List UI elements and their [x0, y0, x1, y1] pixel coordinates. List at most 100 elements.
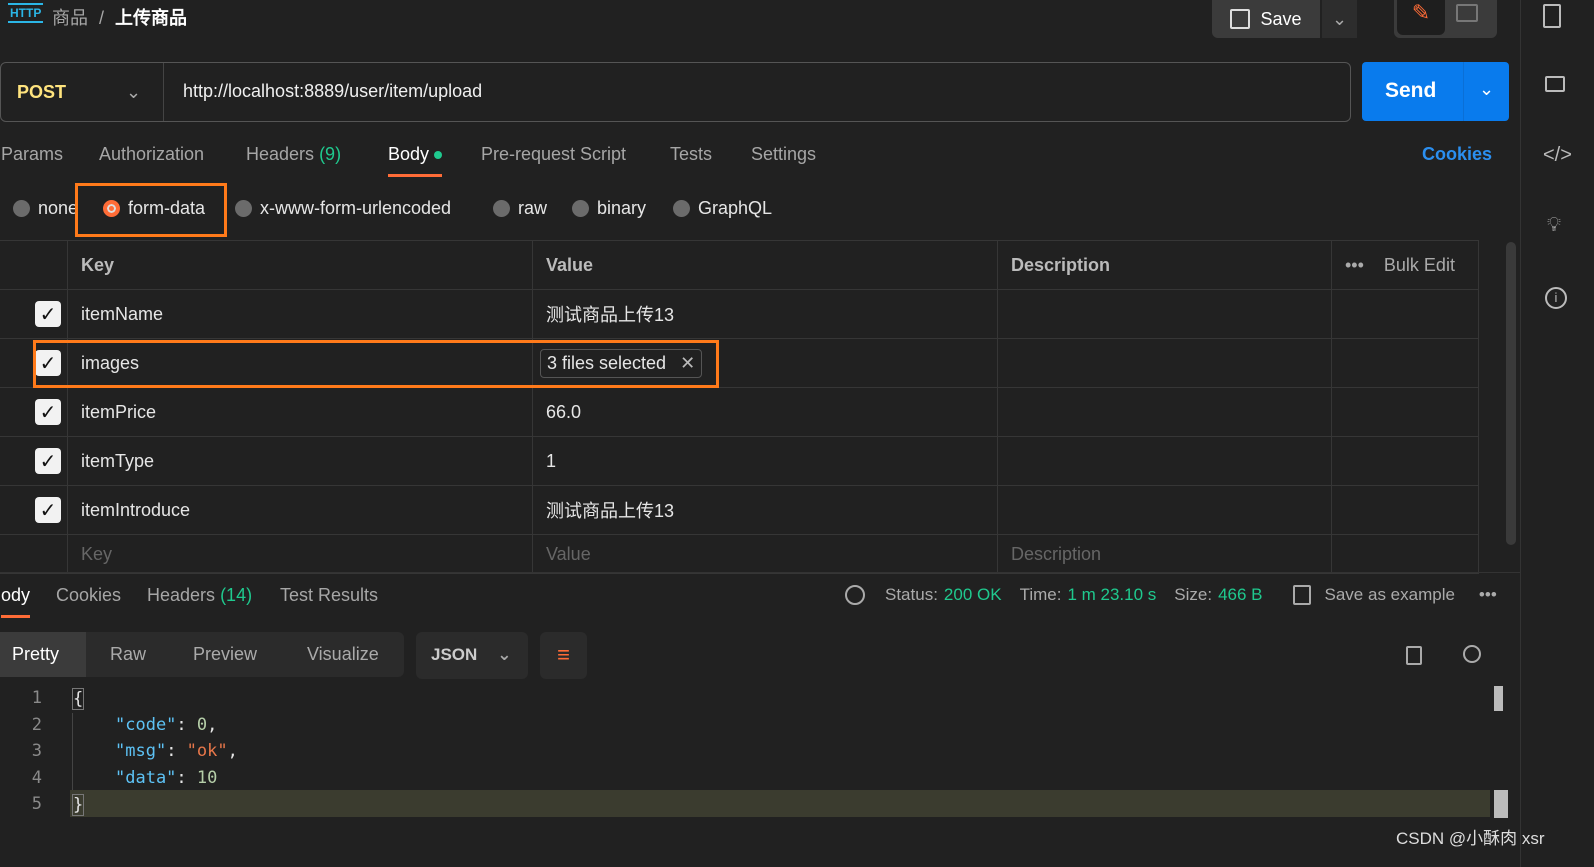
radio-form-data[interactable]: form-data	[103, 198, 205, 219]
row-key[interactable]: itemIntroduce	[81, 500, 190, 521]
comment-icon[interactable]	[1456, 4, 1478, 22]
check-icon: ✓	[39, 499, 57, 522]
row-key[interactable]: itemName	[81, 304, 163, 325]
code-icon[interactable]: </>	[1543, 144, 1572, 167]
save-icon	[1230, 9, 1251, 29]
new-value-input[interactable]: Value	[546, 544, 591, 565]
url-input[interactable]: http://localhost:8889/user/item/upload	[183, 81, 482, 102]
undefined: ✓ itemName 测试商品上传13	[0, 290, 1479, 339]
copy-icon[interactable]	[1406, 646, 1422, 665]
breadcrumb-parent[interactable]: 商品	[52, 8, 88, 28]
radio-graphql[interactable]: GraphQL	[673, 198, 772, 219]
table-header: Key Value Description ••• Bulk Edit	[0, 241, 1479, 290]
code-line: "code": 0,	[115, 715, 218, 735]
row-description[interactable]	[998, 388, 1332, 436]
save-as-example-button[interactable]: Save as example	[1325, 585, 1455, 605]
cookies-link[interactable]: Cookies	[1422, 144, 1492, 165]
row-value[interactable]: 测试商品上传13	[546, 301, 674, 327]
response-tab-cookies[interactable]: Cookies	[56, 585, 121, 606]
radio-raw[interactable]: raw	[493, 198, 547, 219]
search-icon[interactable]	[1463, 645, 1481, 663]
page-title: 上传商品	[115, 8, 188, 28]
row-key[interactable]: itemPrice	[81, 402, 156, 423]
code-line: "msg": "ok",	[115, 741, 238, 761]
response-scrollbar[interactable]	[1494, 686, 1503, 711]
row-description[interactable]	[998, 339, 1332, 387]
right-sidebar: </> 💡︎ i	[1520, 0, 1594, 867]
undefined: ✓ itemType 1	[0, 437, 1479, 486]
request-bar: POST ⌄ http://localhost:8889/user/item/u…	[0, 62, 1351, 122]
radio-none[interactable]: none	[13, 198, 78, 219]
wrap-lines-button[interactable]: ≡	[540, 632, 587, 679]
globe-icon[interactable]	[845, 585, 865, 605]
watermark: CSDN @小酥肉 xsr	[1396, 829, 1545, 848]
response-code: 1 2 3 4 5 { "code": 0, "msg": "ok", "dat…	[0, 686, 1490, 821]
response-meta: Status: 200 OK Time: 1 m 23.10 s Size: 466 …	[845, 585, 1497, 605]
tab-tests[interactable]: Tests	[670, 144, 712, 165]
new-description-input[interactable]: Description	[1011, 544, 1101, 565]
view-mode-tabs: Pretty Raw Preview Visualize	[0, 632, 404, 677]
row-description[interactable]	[998, 290, 1332, 338]
active-dot	[434, 151, 443, 160]
chevron-down-icon: ⌄	[497, 645, 512, 664]
row-value[interactable]: 66.0	[546, 402, 581, 423]
radio-binary[interactable]: binary	[572, 198, 646, 219]
check-icon: ✓	[39, 303, 57, 326]
header-key: Key	[68, 241, 533, 289]
http-icon: HTTP	[8, 3, 44, 23]
tab-pre-request-script[interactable]: Pre-request Script	[481, 144, 626, 165]
breadcrumb: 商品 / 上传商品	[52, 8, 188, 28]
view-preview[interactable]: Preview	[193, 644, 257, 665]
undefined: ✓ itemPrice 66.0	[0, 388, 1479, 437]
status-value[interactable]: 200 OK	[944, 585, 1002, 605]
comments-icon[interactable]	[1545, 76, 1565, 92]
save-dropdown-button[interactable]: ⌄	[1322, 0, 1357, 38]
table-scrollbar[interactable]	[1506, 242, 1516, 545]
lightbulb-icon[interactable]: 💡︎	[1547, 214, 1561, 237]
response-tab-headers[interactable]: Headers (14)	[147, 585, 252, 606]
save-button[interactable]: Save	[1212, 0, 1320, 38]
chevron-down-icon: ⌄	[126, 81, 142, 102]
response-tab-test-results[interactable]: Test Results	[280, 585, 378, 606]
send-dropdown-icon[interactable]: ⌄	[1463, 62, 1509, 121]
row-value[interactable]: 测试商品上传13	[546, 497, 674, 523]
info-icon[interactable]: i	[1545, 287, 1567, 309]
new-key-input[interactable]: Key	[81, 544, 112, 565]
tab-headers[interactable]: Headers (9)	[246, 144, 341, 165]
tab-settings[interactable]: Settings	[751, 144, 816, 165]
tab-body[interactable]: Body	[388, 144, 443, 177]
more-icon[interactable]: •••	[1479, 585, 1497, 605]
view-visualize[interactable]: Visualize	[307, 644, 379, 665]
mode-toggle: ✎	[1394, 0, 1497, 38]
bulk-edit-button[interactable]: Bulk Edit	[1384, 255, 1455, 276]
tab-authorization[interactable]: Authorization	[99, 144, 204, 165]
row-value[interactable]: 1	[546, 451, 556, 472]
row-description[interactable]	[998, 486, 1332, 534]
response-tab-body[interactable]: ody	[1, 585, 31, 618]
header-description: Description	[998, 241, 1332, 289]
more-options-icon[interactable]: •••	[1345, 255, 1364, 276]
view-pretty[interactable]: Pretty	[0, 632, 86, 677]
documentation-icon[interactable]	[1543, 4, 1561, 28]
undefined: ✓ itemIntroduce 测试商品上传13	[0, 486, 1479, 535]
radio-x-www-form-urlencoded[interactable]: x-www-form-urlencoded	[235, 198, 451, 219]
tab-params[interactable]: Params	[1, 144, 63, 165]
size-value[interactable]: 466 B	[1218, 585, 1262, 605]
row-description[interactable]	[998, 437, 1332, 485]
save-example-icon	[1292, 585, 1311, 605]
current-line-highlight	[70, 790, 1490, 817]
row-checkbox[interactable]: ✓	[35, 399, 61, 425]
view-raw[interactable]: Raw	[110, 644, 146, 665]
row-checkbox[interactable]: ✓	[35, 448, 61, 474]
row-checkbox[interactable]: ✓	[35, 301, 61, 327]
table-row-new: Key Value Description	[0, 535, 1479, 574]
row-key[interactable]: itemType	[81, 451, 154, 472]
form-data-table: Key Value Description ••• Bulk Edit ✓ ite…	[0, 240, 1479, 574]
time-value[interactable]: 1 m 23.10 s	[1067, 585, 1156, 605]
method-select[interactable]: POST ⌄	[1, 63, 164, 121]
check-icon: ✓	[39, 450, 57, 473]
send-button[interactable]: Send ⌄	[1362, 62, 1509, 121]
format-select[interactable]: JSON ⌄	[416, 632, 528, 679]
edit-pencil-icon[interactable]: ✎	[1397, 0, 1445, 35]
row-checkbox[interactable]: ✓	[35, 497, 61, 523]
